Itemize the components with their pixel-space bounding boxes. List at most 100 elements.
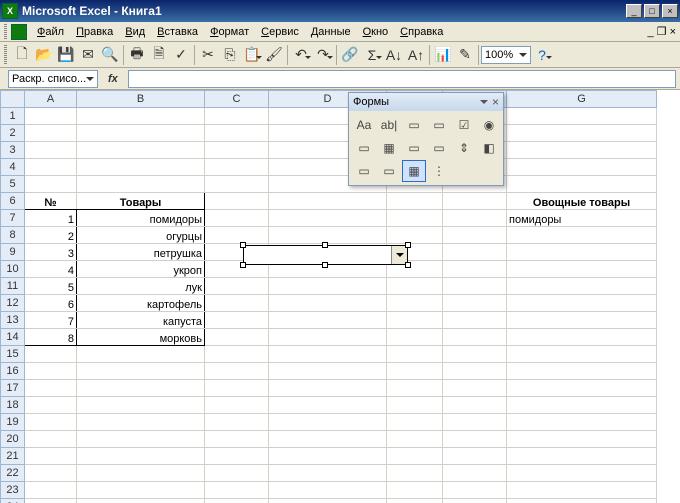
cell-E24[interactable]	[387, 499, 443, 503]
cell-E14[interactable]	[387, 329, 443, 346]
cell-C20[interactable]	[205, 431, 269, 448]
select-all-corner[interactable]	[1, 91, 25, 108]
cell-C4[interactable]	[205, 159, 269, 176]
formula-input[interactable]	[128, 70, 676, 88]
cell-E12[interactable]	[387, 295, 443, 312]
cell-F9[interactable]	[443, 244, 507, 261]
cell-A8[interactable]: 2	[25, 227, 77, 244]
row-header-12[interactable]: 12	[1, 295, 25, 312]
cell-G12[interactable]	[507, 295, 657, 312]
row-header-8[interactable]: 8	[1, 227, 25, 244]
grip-icon[interactable]	[4, 24, 7, 40]
cell-B21[interactable]	[77, 448, 205, 465]
cell-A10[interactable]: 4	[25, 261, 77, 278]
cell-B3[interactable]	[77, 142, 205, 159]
drawing-icon[interactable]: ✎	[454, 44, 476, 66]
cell-A6[interactable]: №	[25, 193, 77, 210]
cell-G2[interactable]	[507, 125, 657, 142]
sort-asc-icon[interactable]: A↓	[383, 44, 405, 66]
row-header-7[interactable]: 7	[1, 210, 25, 227]
cell-C2[interactable]	[205, 125, 269, 142]
cell-A16[interactable]	[25, 363, 77, 380]
cell-D21[interactable]	[269, 448, 387, 465]
forms-tool-15[interactable]: ⋮	[427, 160, 451, 182]
minimize-button[interactable]: _	[626, 4, 642, 18]
cell-C16[interactable]	[205, 363, 269, 380]
forms-tool-12[interactable]: ▭	[352, 160, 376, 182]
row-header-6[interactable]: 6	[1, 193, 25, 210]
cell-F12[interactable]	[443, 295, 507, 312]
cell-F17[interactable]	[443, 380, 507, 397]
forms-toolbar-title[interactable]: Формы ×	[349, 93, 503, 111]
cell-F16[interactable]	[443, 363, 507, 380]
cell-B14[interactable]: морковь	[77, 329, 205, 346]
cell-G24[interactable]	[507, 499, 657, 503]
cell-C6[interactable]	[205, 193, 269, 210]
cell-E8[interactable]	[387, 227, 443, 244]
selection-handle[interactable]	[322, 242, 328, 248]
cell-B11[interactable]: лук	[77, 278, 205, 295]
cell-D11[interactable]	[269, 278, 387, 295]
cell-E15[interactable]	[387, 346, 443, 363]
mail-icon[interactable]: ✉	[77, 44, 99, 66]
chevron-down-icon[interactable]	[480, 100, 488, 108]
selection-handle[interactable]	[322, 262, 328, 268]
cell-A18[interactable]	[25, 397, 77, 414]
cell-G13[interactable]	[507, 312, 657, 329]
cell-G20[interactable]	[507, 431, 657, 448]
cell-B22[interactable]	[77, 465, 205, 482]
zoom-combo[interactable]: 100%	[481, 46, 531, 64]
search-icon[interactable]: 🔍	[99, 44, 121, 66]
cell-F24[interactable]	[443, 499, 507, 503]
cell-C14[interactable]	[205, 329, 269, 346]
row-header-18[interactable]: 18	[1, 397, 25, 414]
cell-G10[interactable]	[507, 261, 657, 278]
cell-G23[interactable]	[507, 482, 657, 499]
open-icon[interactable]: 📂	[33, 44, 55, 66]
preview-icon[interactable]: 🗎	[148, 44, 170, 66]
row-header-3[interactable]: 3	[1, 142, 25, 159]
cell-D16[interactable]	[269, 363, 387, 380]
cell-F21[interactable]	[443, 448, 507, 465]
help-icon[interactable]: ?	[531, 44, 553, 66]
cell-E17[interactable]	[387, 380, 443, 397]
cell-C18[interactable]	[205, 397, 269, 414]
fx-icon[interactable]: fx	[102, 73, 124, 85]
spell-icon[interactable]: ✓	[170, 44, 192, 66]
menu-файл[interactable]: Файл	[31, 24, 70, 40]
selection-handle[interactable]	[405, 262, 411, 268]
forms-tool-13[interactable]: ▭	[377, 160, 401, 182]
cell-B23[interactable]	[77, 482, 205, 499]
cell-D15[interactable]	[269, 346, 387, 363]
cell-A11[interactable]: 5	[25, 278, 77, 295]
cell-G3[interactable]	[507, 142, 657, 159]
cut-icon[interactable]: ✂	[197, 44, 219, 66]
cell-F20[interactable]	[443, 431, 507, 448]
cell-F19[interactable]	[443, 414, 507, 431]
cell-E23[interactable]	[387, 482, 443, 499]
print-icon[interactable]: 🖶	[126, 44, 148, 66]
cell-B1[interactable]	[77, 108, 205, 125]
row-header-23[interactable]: 23	[1, 482, 25, 499]
cell-E18[interactable]	[387, 397, 443, 414]
row-header-10[interactable]: 10	[1, 261, 25, 278]
cell-A19[interactable]	[25, 414, 77, 431]
cell-C8[interactable]	[205, 227, 269, 244]
cell-A3[interactable]	[25, 142, 77, 159]
cell-A1[interactable]	[25, 108, 77, 125]
cell-B5[interactable]	[77, 176, 205, 193]
cell-D18[interactable]	[269, 397, 387, 414]
menu-формат[interactable]: Формат	[204, 24, 255, 40]
cell-C21[interactable]	[205, 448, 269, 465]
cell-A24[interactable]	[25, 499, 77, 503]
forms-tool-7[interactable]: ▦	[377, 137, 401, 159]
cell-F11[interactable]	[443, 278, 507, 295]
menu-данные[interactable]: Данные	[305, 24, 357, 40]
cell-F14[interactable]	[443, 329, 507, 346]
cell-G15[interactable]	[507, 346, 657, 363]
selection-handle[interactable]	[405, 242, 411, 248]
row-header-17[interactable]: 17	[1, 380, 25, 397]
menu-правка[interactable]: Правка	[70, 24, 119, 40]
redo-icon[interactable]: ↷	[312, 44, 334, 66]
cell-C13[interactable]	[205, 312, 269, 329]
